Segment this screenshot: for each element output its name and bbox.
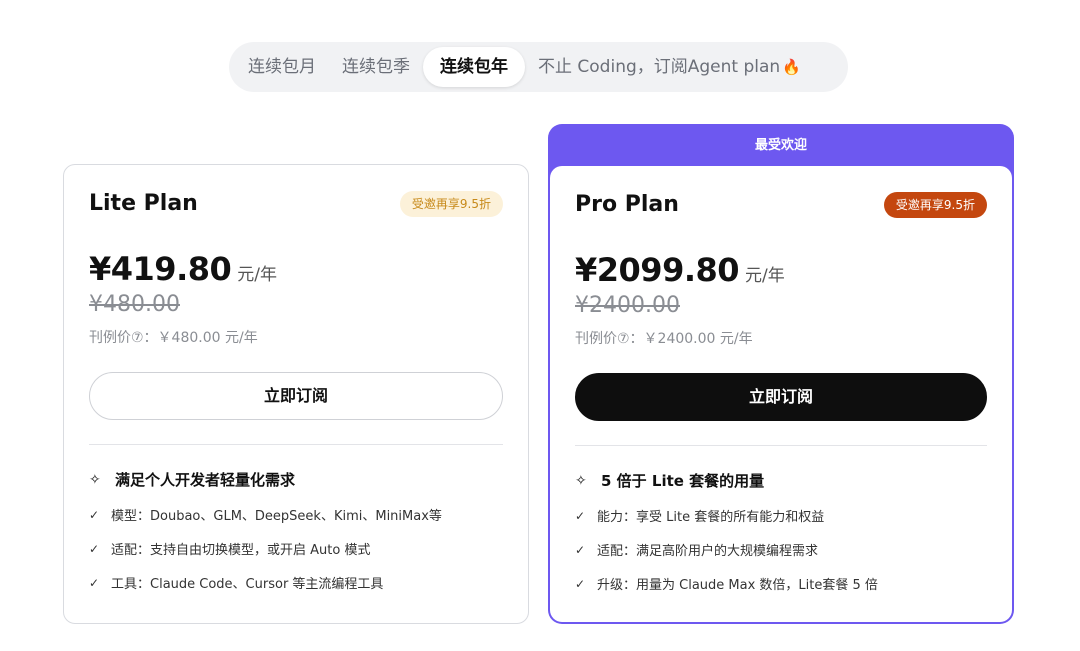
feature-item: ✓ 适配：支持自由切换模型，或开启 Auto 模式	[89, 539, 503, 559]
pro-plan-card-body: Pro Plan 受邀再享9.5折 ¥2099.80 元/年 ¥2400.00 …	[550, 166, 1012, 622]
tab-yearly[interactable]: 连续包年	[423, 47, 525, 87]
discount-badge: 受邀再享9.5折	[399, 191, 503, 217]
subscribe-button[interactable]: 立即订阅	[575, 373, 987, 421]
check-icon: ✓	[89, 507, 100, 522]
feature-item: ✓ 升级：用量为 Claude Max 数倍，Lite套餐 5 倍	[575, 574, 987, 594]
feature-text: 能力：享受 Lite 套餐的所有能力和权益	[597, 510, 825, 525]
feature-item: ✓ 适配：满足高阶用户的大规模编程需求	[575, 540, 987, 560]
discount-badge: 受邀再享9.5折	[883, 192, 987, 218]
most-popular-banner: 最受欢迎	[754, 138, 807, 153]
price: ¥419.80	[89, 250, 232, 288]
check-icon: ✓	[575, 576, 586, 591]
check-icon: ✓	[575, 542, 586, 557]
flame-icon: 🔥	[782, 58, 801, 76]
divider	[575, 445, 987, 446]
price-unit: 元/年	[237, 265, 277, 285]
tab-quarterly[interactable]: 连续包季	[329, 47, 423, 87]
billing-period-tabs: 连续包月 连续包季 连续包年 不止 Coding，订阅Agent plan 🔥	[229, 42, 848, 92]
check-icon: ✓	[575, 508, 586, 523]
original-price: ¥2400.00	[575, 293, 680, 318]
plan-name: Lite Plan	[89, 191, 198, 216]
plan-name: Pro Plan	[575, 192, 679, 217]
feature-title-text: 满足个人开发者轻量化需求	[115, 471, 296, 489]
feature-text: 适配：支持自由切换模型，或开启 Auto 模式	[111, 543, 371, 558]
check-icon: ✓	[89, 541, 100, 556]
feature-text: 工具：Claude Code、Cursor 等主流编程工具	[111, 577, 384, 592]
original-price: ¥480.00	[89, 292, 180, 317]
sparkle-icon: ✧	[575, 472, 587, 489]
feature-text: 模型：Doubao、GLM、DeepSeek、Kimi、MiniMax等	[111, 509, 442, 524]
check-icon: ✓	[89, 575, 100, 590]
price-unit: 元/年	[745, 266, 785, 286]
feature-item: ✓ 模型：Doubao、GLM、DeepSeek、Kimi、MiniMax等	[89, 505, 503, 525]
feature-item: ✓ 工具：Claude Code、Cursor 等主流编程工具	[89, 573, 503, 593]
feature-title: ✧ 5 倍于 Lite 套餐的用量	[575, 470, 987, 491]
list-price: 刊例价⑦：￥2400.00 元/年	[575, 331, 753, 347]
price: ¥2099.80	[575, 251, 740, 289]
lite-plan-card: Lite Plan 受邀再享9.5折 ¥419.80 元/年 ¥480.00 刊…	[63, 164, 529, 624]
tab-monthly[interactable]: 连续包月	[235, 47, 329, 87]
sparkle-icon: ✧	[89, 471, 101, 488]
feature-title-text: 5 倍于 Lite 套餐的用量	[601, 472, 765, 490]
pro-plan-card: 最受欢迎 Pro Plan 受邀再享9.5折 ¥2099.80 元/年 ¥240…	[548, 124, 1014, 624]
feature-item: ✓ 能力：享受 Lite 套餐的所有能力和权益	[575, 506, 987, 526]
feature-title: ✧ 满足个人开发者轻量化需求	[89, 469, 503, 490]
feature-text: 适配：满足高阶用户的大规模编程需求	[597, 544, 819, 559]
feature-text: 升级：用量为 Claude Max 数倍，Lite套餐 5 倍	[597, 578, 878, 593]
subscribe-button[interactable]: 立即订阅	[89, 372, 503, 420]
tab-agent-plan-label: 不止 Coding，订阅Agent plan	[538, 57, 781, 77]
divider	[89, 444, 503, 445]
list-price: 刊例价⑦：￥480.00 元/年	[89, 330, 258, 346]
tab-agent-plan[interactable]: 不止 Coding，订阅Agent plan 🔥	[525, 47, 814, 87]
